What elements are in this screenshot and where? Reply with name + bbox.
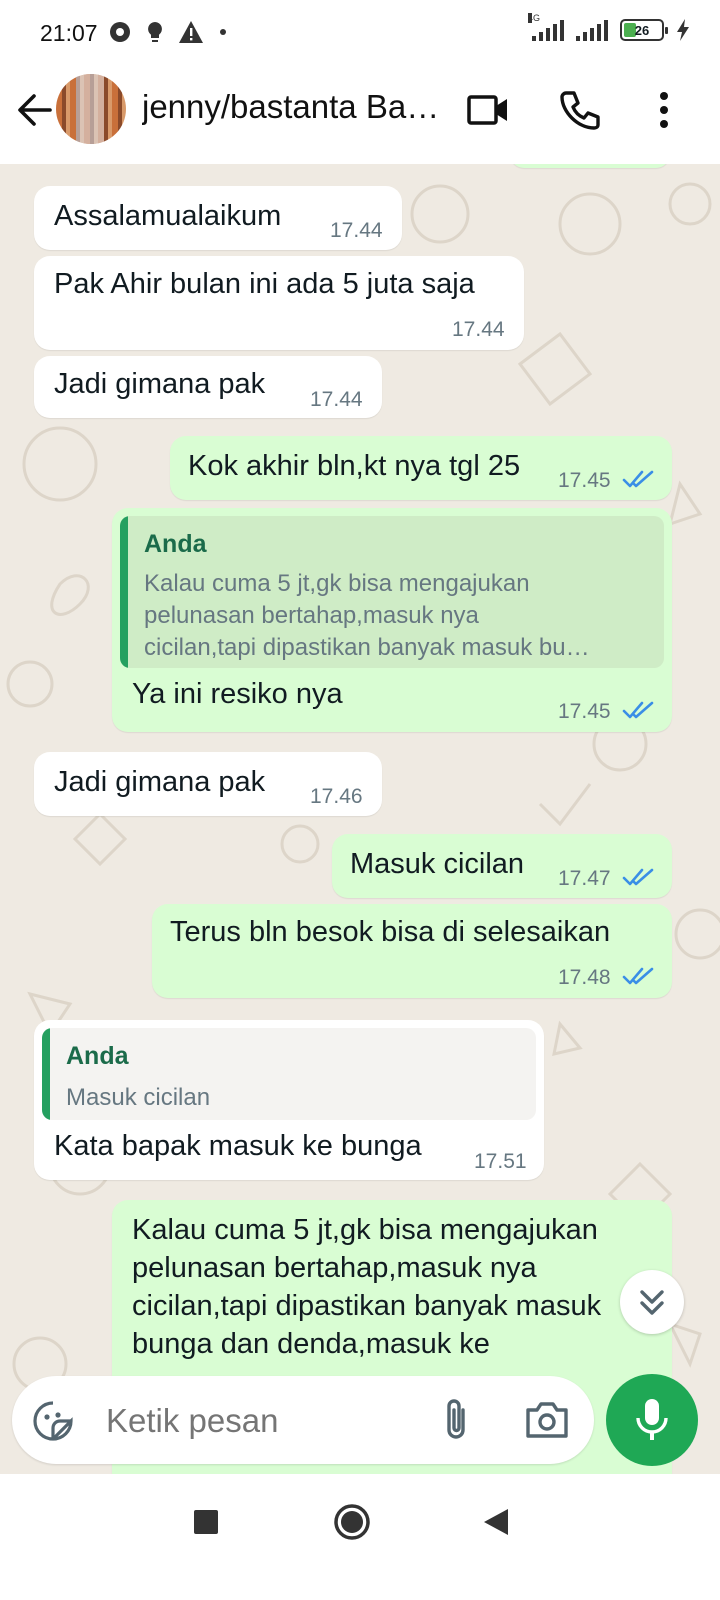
message-input-container[interactable] (12, 1376, 594, 1464)
message-time: 17.44 (310, 388, 363, 411)
bulb-notification-icon (148, 22, 162, 42)
message-time: 17.44 (330, 219, 383, 242)
video-call-icon[interactable] (466, 88, 510, 132)
contact-name[interactable]: jenny/bastanta Ba… (142, 88, 442, 126)
back-arrow-icon[interactable] (14, 90, 54, 130)
chat-notification-icon (110, 22, 130, 42)
double-chevron-down-icon (640, 1290, 664, 1315)
home-circle-icon[interactable] (332, 1502, 372, 1542)
microphone-icon (636, 1399, 668, 1440)
message-bubble-partial (510, 164, 670, 168)
message-bubble-outgoing[interactable]: Kok akhir bln,kt nya tgl 25 17.45 (170, 436, 672, 500)
camera-icon[interactable] (524, 1398, 570, 1442)
warning-icon (179, 21, 203, 43)
status-right: 4G 26 (528, 13, 690, 42)
message-text: Assalamualaikum (54, 200, 282, 232)
read-ticks-icon (622, 967, 654, 985)
message-input[interactable] (106, 1402, 426, 1440)
recents-square-icon[interactable] (192, 1508, 220, 1536)
voice-message-button[interactable] (606, 1374, 698, 1466)
message-time: 17.47 (558, 867, 611, 890)
message-bubble-outgoing-reply[interactable]: Anda Kalau cuma 5 jt,gk bisa mengajukan … (112, 508, 672, 732)
message-bubble-incoming-reply[interactable]: Anda Masuk cicilan Kata bapak masuk ke b… (34, 1020, 544, 1180)
message-time: 17.45 (558, 700, 611, 723)
status-bar: 21:07 4G 26 (0, 0, 720, 68)
voice-call-icon[interactable] (558, 88, 602, 132)
quoted-sender: Anda (66, 1042, 129, 1070)
message-time: 17.45 (558, 469, 611, 492)
composer-bar (0, 1364, 720, 1474)
more-vert-icon[interactable] (642, 88, 686, 132)
message-bubble-outgoing[interactable]: Terus bln besok bisa di selesaikan 17.48 (152, 904, 672, 998)
message-text-line: cicilan,tapi dipastikan banyak masuk (132, 1290, 602, 1322)
dot-icon (220, 29, 226, 35)
quoted-text-line: Kalau cuma 5 jt,gk bisa mengajukan (144, 570, 530, 597)
attachment-icon[interactable] (436, 1396, 476, 1444)
message-text-line: Kalau cuma 5 jt,gk bisa mengajukan (132, 1214, 598, 1246)
message-text-line: pelunasan bertahap,masuk nya (132, 1252, 537, 1284)
notification-icons (108, 20, 228, 44)
avatar[interactable] (56, 74, 126, 144)
system-nav-bar (0, 1474, 720, 1600)
message-time: 17.46 (310, 785, 363, 808)
status-time: 21:07 (40, 20, 98, 46)
back-triangle-icon[interactable] (480, 1506, 512, 1538)
message-bubble-outgoing[interactable]: Masuk cicilan 17.47 (332, 834, 672, 898)
quoted-sender: Anda (144, 530, 207, 558)
message-text: Jadi gimana pak (54, 368, 266, 400)
quoted-message[interactable]: Anda Kalau cuma 5 jt,gk bisa mengajukan … (120, 516, 664, 668)
message-bubble-incoming[interactable]: Pak Ahir bulan ini ada 5 juta saja 17.44 (34, 256, 524, 350)
message-time: 17.48 (558, 966, 611, 989)
signal-4g-icon: 4G (528, 13, 564, 41)
message-text: Terus bln besok bisa di selesaikan (170, 916, 611, 948)
message-bubble-incoming[interactable]: Assalamualaikum 17.44 (34, 186, 402, 250)
message-text: Kata bapak masuk ke bunga (54, 1130, 422, 1162)
network-label: 4G (528, 13, 541, 23)
message-bubble-incoming[interactable]: Jadi gimana pak 17.44 (34, 356, 382, 418)
message-time: 17.44 (452, 318, 505, 341)
message-text-line: bunga dan denda,masuk ke (132, 1328, 490, 1360)
message-text: Kok akhir bln,kt nya tgl 25 (188, 450, 521, 482)
message-text: Jadi gimana pak (54, 766, 266, 798)
message-time: 17.51 (474, 1150, 527, 1173)
signal-icon (576, 19, 608, 41)
message-text: Ya ini resiko nya (132, 678, 343, 710)
read-ticks-icon (622, 470, 654, 488)
message-text: Pak Ahir bulan ini ada 5 juta saja (54, 268, 475, 300)
read-ticks-icon (622, 701, 654, 719)
message-text: Masuk cicilan (350, 848, 525, 880)
quoted-text-line: cicilan,tapi dipastikan banyak masuk bu… (144, 634, 590, 661)
sticker-emoji-icon[interactable] (32, 1400, 74, 1442)
battery-level: 26 (634, 22, 650, 38)
read-ticks-icon (622, 868, 654, 886)
message-bubble-incoming[interactable]: Jadi gimana pak 17.46 (34, 752, 382, 816)
quoted-text-line: pelunasan bertahap,masuk nya (144, 602, 479, 629)
battery-icon: 26 (620, 19, 668, 41)
scroll-to-bottom-button[interactable] (620, 1270, 684, 1334)
quoted-text-line: Masuk cicilan (66, 1084, 211, 1111)
quoted-message[interactable]: Anda Masuk cicilan (42, 1028, 536, 1120)
chat-header: jenny/bastanta Ba… (0, 68, 720, 164)
charging-icon (677, 19, 689, 41)
chat-area[interactable]: Assalamualaikum 17.44 Pak Ahir bulan ini… (0, 164, 720, 1474)
